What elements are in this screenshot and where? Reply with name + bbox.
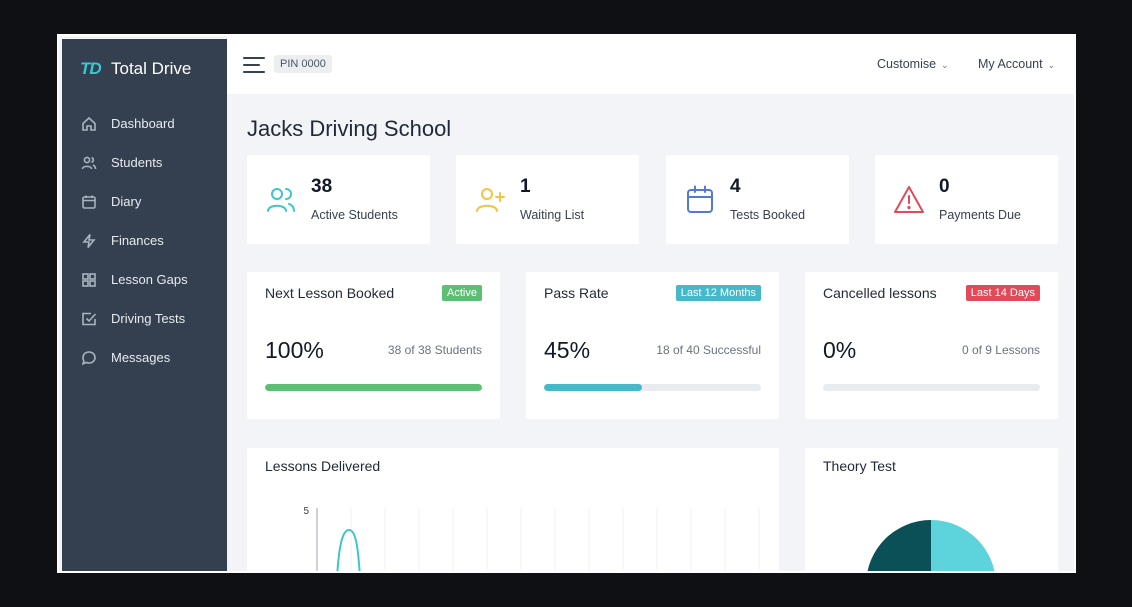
metric-card-cancelled-lessons[interactable]: Cancelled lessons Last 14 Days 0% 0 of 9… <box>805 272 1058 419</box>
add-user-icon <box>476 188 505 212</box>
stat-card-active-students[interactable]: 38 Active Students <box>247 155 430 244</box>
stat-value: 1 <box>520 176 531 197</box>
sidebar-item-driving-tests[interactable]: Driving Tests <box>62 299 227 338</box>
progress-bar <box>544 384 761 391</box>
stat-label: Tests Booked <box>730 208 806 222</box>
sidebar-nav: Dashboard Students Diary Finances Lesson… <box>62 104 227 377</box>
lessons-chart: 5 <box>303 506 760 571</box>
brand[interactable]: TD Total Drive <box>80 59 191 79</box>
sidebar-item-label: Dashboard <box>111 116 175 131</box>
message-icon <box>81 350 96 365</box>
sidebar-item-diary[interactable]: Diary <box>62 182 227 221</box>
period-badge: Last 14 Days <box>965 285 1040 301</box>
account-label: My Account <box>978 57 1043 71</box>
sidebar-item-label: Diary <box>111 194 142 209</box>
chevron-down-icon: ⌄ <box>1047 60 1056 70</box>
calendar-icon <box>687 185 713 213</box>
account-menu[interactable]: My Account ⌄ <box>978 57 1055 71</box>
chevron-down-icon: ⌄ <box>941 60 949 70</box>
customise-menu[interactable]: Customise ⌄ <box>877 57 949 71</box>
sidebar-item-label: Finances <box>111 233 164 248</box>
stat-card-payments-due[interactable]: 0 Payments Due <box>875 155 1058 244</box>
pie-slice-dark <box>867 520 931 571</box>
progress-bar <box>265 384 482 391</box>
home-icon <box>82 116 96 131</box>
brand-name: Total Drive <box>111 59 192 78</box>
customise-label: Customise <box>877 57 937 71</box>
metric-title: Cancelled lessons <box>823 285 937 301</box>
stat-value: 4 <box>730 176 741 197</box>
stat-label: Active Students <box>311 208 398 222</box>
theory-chart <box>867 520 995 571</box>
period-badge: Last 12 Months <box>675 285 761 301</box>
metric-value: 0% <box>823 337 857 363</box>
sidebar-item-students[interactable]: Students <box>62 143 227 182</box>
metric-card-next-lesson[interactable]: Next Lesson Booked Active 100% 38 of 38 … <box>247 272 500 419</box>
stat-card-waiting-list[interactable]: 1 Waiting List <box>456 155 639 244</box>
brand-logo: TD <box>80 59 102 78</box>
sidebar-item-label: Messages <box>111 350 171 365</box>
grid-icon <box>82 272 96 287</box>
metric-card-pass-rate[interactable]: Pass Rate Last 12 Months 45% 18 of 40 Su… <box>526 272 779 419</box>
sidebar: TD Total Drive Dashboard Students Diary … <box>62 39 227 571</box>
theory-test-panel: Theory Test <box>805 448 1058 571</box>
main-content: PIN 0000 Customise ⌄ My Account ⌄ Jacks Dr… <box>227 36 1074 571</box>
metric-detail: 18 of 40 Successful <box>656 343 761 357</box>
metric-title: Next Lesson Booked <box>265 285 395 301</box>
sidebar-item-label: Lesson Gaps <box>111 272 188 287</box>
progress-fill <box>265 384 482 391</box>
sidebar-item-dashboard[interactable]: Dashboard <box>62 104 227 143</box>
metric-title: Pass Rate <box>544 285 609 301</box>
pin-badge: PIN 0000 <box>274 55 332 73</box>
checkbox-icon <box>82 312 97 325</box>
calendar-icon <box>82 195 96 209</box>
status-badge: Active <box>442 285 482 301</box>
stat-label: Waiting List <box>520 208 585 222</box>
stat-value: 0 <box>939 176 950 197</box>
metric-value: 100% <box>265 337 324 363</box>
users-icon <box>81 156 97 169</box>
y-tick-label: 5 <box>303 506 309 517</box>
sidebar-item-label: Driving Tests <box>111 311 186 326</box>
metric-value: 45% <box>544 337 591 363</box>
progress-bar <box>823 384 1040 391</box>
topbar: PIN 0000 Customise ⌄ My Account ⌄ <box>227 36 1074 94</box>
stat-card-tests-booked[interactable]: 4 Tests Booked <box>666 155 849 244</box>
series-line <box>336 528 361 571</box>
pie-slice-light <box>931 520 995 571</box>
warning-icon <box>894 186 924 213</box>
metric-detail: 38 of 38 Students <box>387 343 482 357</box>
lessons-delivered-panel: Lessons Delivered 5 <box>247 448 779 571</box>
lightning-icon <box>82 233 96 248</box>
users-icon <box>267 188 295 212</box>
page-title: Jacks Driving School <box>247 116 452 141</box>
stat-value: 38 <box>311 176 333 197</box>
app-window: TD Total Drive Dashboard Students Diary … <box>57 34 1076 573</box>
metric-detail: 0 of 9 Lessons <box>961 343 1040 357</box>
sidebar-item-finances[interactable]: Finances <box>62 221 227 260</box>
menu-toggle-icon[interactable] <box>243 57 265 73</box>
progress-fill <box>544 384 642 391</box>
sidebar-item-label: Students <box>111 155 163 170</box>
stat-label: Payments Due <box>939 208 1021 222</box>
sidebar-item-messages[interactable]: Messages <box>62 338 227 377</box>
sidebar-item-lesson-gaps[interactable]: Lesson Gaps <box>62 260 227 299</box>
